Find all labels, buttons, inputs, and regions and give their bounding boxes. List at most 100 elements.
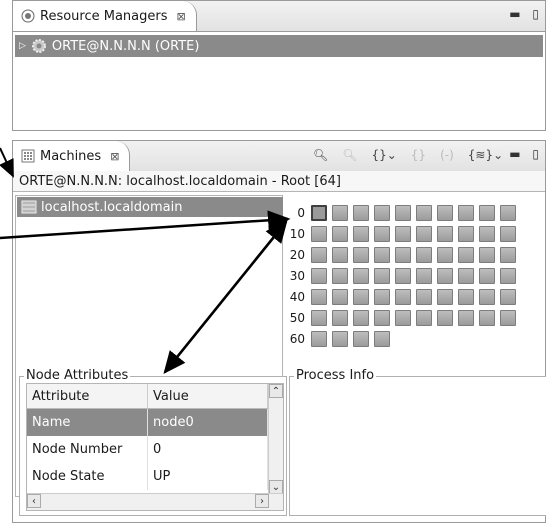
node-icon[interactable] bbox=[416, 310, 432, 326]
node-row-label: 50 bbox=[289, 311, 305, 325]
node-icon[interactable] bbox=[353, 331, 369, 347]
node-icon[interactable] bbox=[479, 247, 495, 263]
filter-remove-icon[interactable]: {} bbox=[411, 148, 426, 162]
node-icon[interactable] bbox=[374, 331, 390, 347]
node-icon[interactable] bbox=[458, 289, 474, 305]
expand-arrow-icon[interactable]: ▷ bbox=[19, 41, 26, 51]
node-icon[interactable] bbox=[437, 247, 453, 263]
node-icon[interactable] bbox=[416, 205, 432, 221]
node-icon[interactable] bbox=[374, 247, 390, 263]
resource-managers-view: Resource Managers ⊠ ▬ ▯ ▷ ORTE@N.N.N.N (… bbox=[12, 0, 546, 131]
zoom-in-icon[interactable]: 🔍︎ bbox=[313, 148, 328, 162]
node-icon[interactable] bbox=[311, 205, 327, 221]
node-icon[interactable] bbox=[332, 268, 348, 284]
node-icon[interactable] bbox=[332, 289, 348, 305]
node-icon[interactable] bbox=[374, 268, 390, 284]
close-icon[interactable]: ⊠ bbox=[110, 150, 119, 163]
node-icon[interactable] bbox=[479, 268, 495, 284]
node-icon[interactable] bbox=[416, 247, 432, 263]
close-icon[interactable]: ⊠ bbox=[177, 10, 186, 23]
node-icon[interactable] bbox=[500, 226, 516, 242]
filter-icon[interactable]: {}⌄ bbox=[371, 148, 396, 162]
scroll-right-icon[interactable]: › bbox=[255, 494, 269, 508]
column-header-value[interactable]: Value bbox=[147, 384, 268, 409]
node-icon[interactable] bbox=[395, 226, 411, 242]
node-row-label: 0 bbox=[297, 206, 305, 220]
horizontal-scrollbar[interactable]: ‹ › bbox=[27, 493, 283, 510]
node-icon[interactable] bbox=[374, 310, 390, 326]
node-icon[interactable] bbox=[311, 331, 327, 347]
node-icon[interactable] bbox=[458, 205, 474, 221]
node-icon[interactable] bbox=[353, 247, 369, 263]
resource-managers-tab[interactable]: Resource Managers ⊠ bbox=[13, 1, 197, 31]
node-icon[interactable] bbox=[479, 310, 495, 326]
table-row[interactable]: Node Number 0 bbox=[27, 436, 268, 463]
maximize-icon[interactable]: ▬ ▯ bbox=[509, 147, 543, 161]
node-icon[interactable] bbox=[332, 247, 348, 263]
node-icon[interactable] bbox=[395, 268, 411, 284]
node-icon[interactable] bbox=[500, 268, 516, 284]
table-row[interactable]: Name node0 bbox=[27, 408, 268, 436]
node-icon[interactable] bbox=[458, 226, 474, 242]
node-icon[interactable] bbox=[374, 289, 390, 305]
node-icon[interactable] bbox=[353, 310, 369, 326]
machine-item[interactable]: localhost.localdomain bbox=[17, 197, 283, 217]
resource-manager-row[interactable]: ▷ ORTE@N.N.N.N (ORTE) bbox=[15, 35, 543, 57]
node-icon[interactable] bbox=[395, 310, 411, 326]
node-icon[interactable] bbox=[353, 289, 369, 305]
node-icon[interactable] bbox=[458, 268, 474, 284]
node-icon[interactable] bbox=[500, 205, 516, 221]
view-menu-icon[interactable]: {≋}⌄ bbox=[468, 148, 503, 162]
node-icon[interactable] bbox=[437, 289, 453, 305]
node-icon[interactable] bbox=[332, 205, 348, 221]
machines-tab[interactable]: Machines ⊠ bbox=[13, 141, 131, 171]
node-icon[interactable] bbox=[374, 226, 390, 242]
node-icon[interactable] bbox=[311, 289, 327, 305]
node-attributes-label: Node Attributes bbox=[24, 368, 131, 383]
zoom-out-icon[interactable]: 🔍︎ bbox=[342, 148, 357, 162]
node-icon[interactable] bbox=[353, 205, 369, 221]
node-icon[interactable] bbox=[332, 226, 348, 242]
node-grid-scrollbar[interactable] bbox=[542, 197, 546, 357]
node-icon[interactable] bbox=[416, 268, 432, 284]
node-attributes-table: Attribute Value Name node0 Node Number 0… bbox=[27, 384, 268, 490]
node-icon[interactable] bbox=[311, 226, 327, 242]
node-icon[interactable] bbox=[353, 226, 369, 242]
node-icon[interactable] bbox=[479, 205, 495, 221]
attribute-cell: Node Number bbox=[27, 436, 148, 463]
node-icon[interactable] bbox=[395, 247, 411, 263]
node-icon[interactable] bbox=[458, 247, 474, 263]
filter-clear-icon[interactable]: (-) bbox=[440, 148, 454, 162]
node-icon[interactable] bbox=[311, 310, 327, 326]
node-icon[interactable] bbox=[332, 310, 348, 326]
minimize-icon[interactable]: ▬ ▯ bbox=[509, 7, 543, 21]
scroll-up-icon[interactable]: ⌃ bbox=[269, 384, 283, 398]
column-header-attribute[interactable]: Attribute bbox=[27, 384, 148, 409]
node-icon[interactable] bbox=[353, 268, 369, 284]
node-icon[interactable] bbox=[416, 289, 432, 305]
node-icon[interactable] bbox=[437, 310, 453, 326]
node-icon[interactable] bbox=[500, 289, 516, 305]
vertical-scrollbar[interactable]: ⌃ ⌄ bbox=[268, 384, 283, 494]
node-icon[interactable] bbox=[500, 247, 516, 263]
resource-managers-tab-label: Resource Managers bbox=[40, 8, 168, 24]
node-icon[interactable] bbox=[311, 268, 327, 284]
node-icon[interactable] bbox=[395, 289, 411, 305]
node-icon[interactable] bbox=[437, 226, 453, 242]
node-row-label: 40 bbox=[289, 290, 305, 304]
machines-tabbar: Machines ⊠ 🔍︎ 🔍︎ {}⌄ {} (-) {≋}⌄ ▬ ▯ bbox=[13, 141, 545, 172]
node-icon[interactable] bbox=[437, 205, 453, 221]
node-icon[interactable] bbox=[311, 247, 327, 263]
node-icon[interactable] bbox=[479, 289, 495, 305]
node-icon[interactable] bbox=[500, 310, 516, 326]
scroll-left-icon[interactable]: ‹ bbox=[27, 494, 41, 508]
node-icon[interactable] bbox=[332, 331, 348, 347]
node-icon[interactable] bbox=[437, 268, 453, 284]
node-icon[interactable] bbox=[479, 226, 495, 242]
node-icon[interactable] bbox=[458, 310, 474, 326]
table-row[interactable]: Node State UP bbox=[27, 463, 268, 490]
node-icon[interactable] bbox=[374, 205, 390, 221]
node-icon[interactable] bbox=[416, 226, 432, 242]
node-icon[interactable] bbox=[395, 205, 411, 221]
scroll-down-icon[interactable]: ⌄ bbox=[269, 480, 283, 494]
